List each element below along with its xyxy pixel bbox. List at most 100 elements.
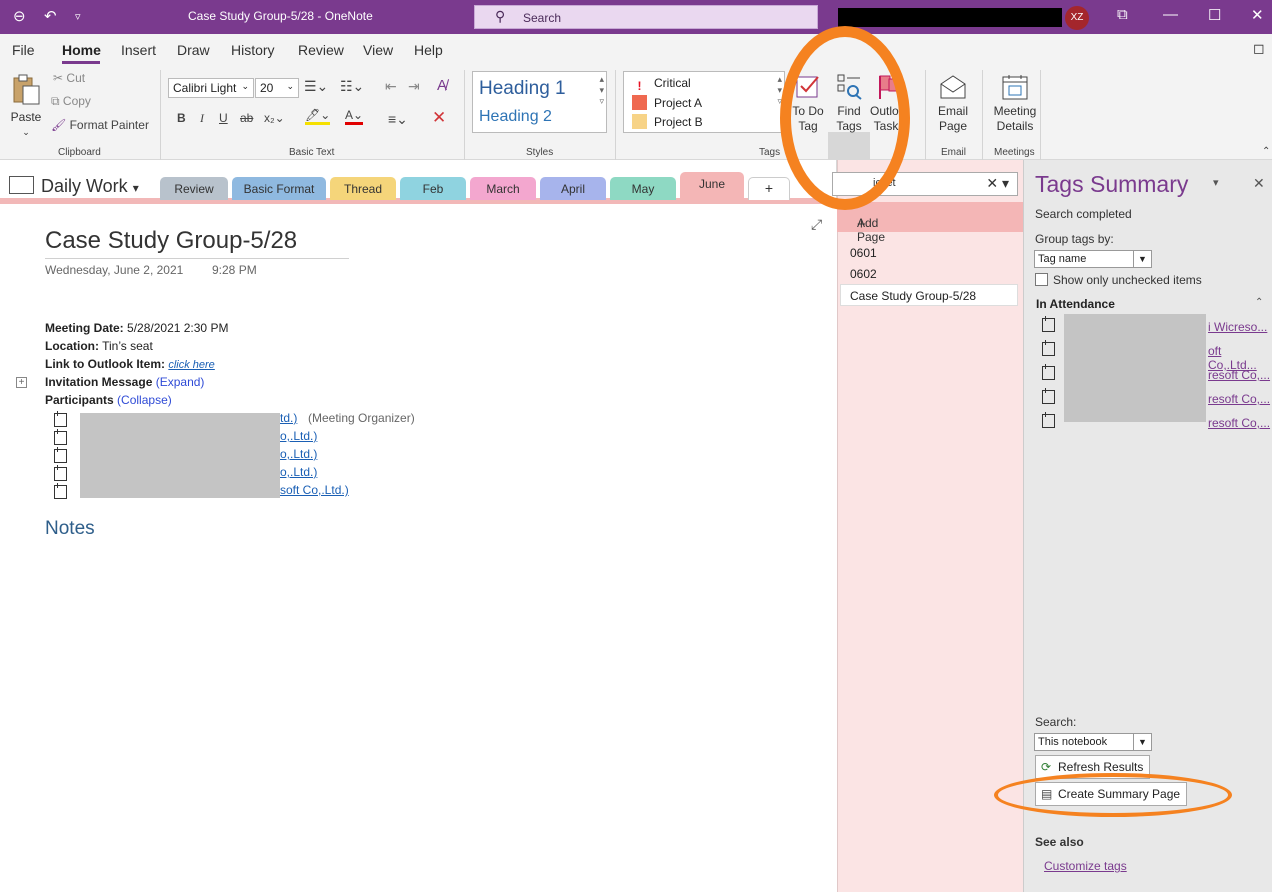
tag-project-b[interactable]: Project B bbox=[632, 114, 703, 129]
section-tab-june[interactable]: June bbox=[680, 172, 744, 200]
subscript-icon[interactable]: x₂⌄ bbox=[264, 111, 285, 125]
delete-icon[interactable]: ✕ bbox=[432, 108, 446, 128]
section-tab-april[interactable]: April bbox=[540, 177, 606, 200]
unchecked-only-checkbox[interactable] bbox=[1035, 273, 1048, 286]
page-item-case-study[interactable]: Case Study Group-5/28 bbox=[850, 289, 976, 303]
clear-formatting-icon[interactable]: A̸ bbox=[437, 77, 447, 94]
email-page-button[interactable]: Email Page bbox=[932, 72, 974, 134]
expand-plus-icon[interactable]: + bbox=[16, 377, 27, 388]
customize-tags-link[interactable]: Customize tags bbox=[1044, 859, 1127, 873]
strikethrough-icon[interactable]: ab bbox=[240, 111, 253, 125]
notebook-pane-icon[interactable]: ◻ bbox=[1253, 40, 1265, 57]
page-item-0602[interactable]: 0602 bbox=[850, 267, 877, 281]
tag-critical[interactable]: ! Critical bbox=[632, 76, 691, 94]
gallery-scroll-icon[interactable]: ▴ ▾ ▿ bbox=[599, 74, 604, 107]
font-color-icon[interactable]: A⌄ bbox=[345, 108, 364, 125]
undo-icon[interactable]: ↶ bbox=[44, 7, 57, 25]
tab-view[interactable]: View bbox=[363, 42, 393, 58]
participant-link[interactable]: soft Co,.Ltd.) bbox=[280, 483, 349, 497]
invitation-expand-toggle[interactable]: (Expand) bbox=[156, 375, 205, 389]
notes-heading[interactable]: Notes bbox=[45, 518, 95, 540]
minimize-icon[interactable]: — bbox=[1163, 6, 1178, 23]
pane-options-icon[interactable]: ▾ bbox=[1213, 176, 1219, 189]
page-item-0601[interactable]: 0601 bbox=[850, 246, 877, 260]
format-painter-button[interactable]: 🖌 Format Painter bbox=[51, 118, 149, 132]
tab-review[interactable]: Review bbox=[298, 42, 344, 58]
invitation-line[interactable]: Invitation Message (Expand) bbox=[45, 375, 204, 389]
tab-insert[interactable]: Insert bbox=[121, 42, 156, 58]
tag-result-link[interactable]: i Wicreso... bbox=[1208, 320, 1267, 334]
expand-page-icon[interactable]: ⤢ bbox=[811, 216, 822, 233]
ribbon-display-icon[interactable]: ⧉ bbox=[1117, 6, 1128, 23]
tag-result-link[interactable]: resoft Co,... bbox=[1208, 392, 1270, 406]
tab-help[interactable]: Help bbox=[414, 42, 443, 58]
search-box[interactable]: ⚲ Search bbox=[474, 5, 818, 29]
participants-collapse-toggle[interactable]: (Collapse) bbox=[117, 393, 172, 407]
quick-access-dropdown-icon[interactable]: ▿ bbox=[75, 10, 81, 23]
align-icon[interactable]: ≡⌄ bbox=[388, 111, 408, 128]
tag-result-link[interactable]: resoft Co,... bbox=[1208, 416, 1270, 430]
add-section-button[interactable]: + bbox=[748, 177, 790, 200]
font-name-combo[interactable]: Calibri Light ⌄ bbox=[168, 78, 254, 98]
meeting-details-button[interactable]: Meeting Details bbox=[988, 72, 1042, 134]
bold-icon[interactable]: B bbox=[177, 111, 186, 125]
cut-button[interactable]: ✂ Cut bbox=[53, 71, 85, 85]
attendance-checkbox-icon[interactable] bbox=[54, 429, 67, 445]
clear-search-icon[interactable]: ✕ ▾ bbox=[986, 175, 1009, 192]
attendance-checkbox-icon[interactable] bbox=[54, 411, 67, 427]
font-size-combo[interactable]: 20 ⌄ bbox=[255, 78, 299, 98]
page-canvas[interactable] bbox=[0, 204, 836, 892]
section-tab-basic-format[interactable]: Basic Format bbox=[232, 177, 326, 200]
attendance-checkbox-icon[interactable] bbox=[54, 483, 67, 499]
outdent-icon[interactable]: ⇤ bbox=[385, 78, 397, 95]
close-pane-icon[interactable]: ✕ bbox=[1253, 175, 1265, 192]
section-tab-march[interactable]: March bbox=[470, 177, 536, 200]
bullets-icon[interactable]: ☰⌄ bbox=[304, 78, 328, 95]
attendance-checkbox-icon[interactable] bbox=[54, 465, 67, 481]
highlight-icon[interactable]: 🖊⌄ bbox=[305, 108, 331, 125]
outlook-link-line[interactable]: Link to Outlook Item: click here bbox=[45, 357, 215, 371]
tags-gallery[interactable]: ! Critical Project A Project B ▴ ▾ ▿ bbox=[623, 71, 785, 133]
underline-icon[interactable]: U bbox=[219, 111, 228, 125]
tab-draw[interactable]: Draw bbox=[177, 42, 210, 58]
style-heading2[interactable]: Heading 2 bbox=[479, 108, 552, 126]
maximize-icon[interactable]: ☐ bbox=[1208, 6, 1221, 24]
group-by-select[interactable]: Tag name ▼ bbox=[1034, 250, 1152, 268]
close-icon[interactable]: ✕ bbox=[1251, 6, 1264, 24]
back-arrow-icon[interactable]: ⊖ bbox=[13, 7, 26, 25]
section-tab-review[interactable]: Review bbox=[160, 177, 228, 200]
format-painter-label: Format Painter bbox=[69, 118, 149, 132]
avatar[interactable]: XZ bbox=[1065, 6, 1089, 30]
collapse-ribbon-icon[interactable]: ⌃ bbox=[1262, 146, 1270, 157]
participant-link[interactable]: o,.Ltd.) bbox=[280, 465, 317, 479]
tag-result-link[interactable]: resoft Co,... bbox=[1208, 368, 1270, 382]
copy-button[interactable]: ⧉ Copy bbox=[51, 94, 91, 109]
page-title[interactable]: Case Study Group-5/28 bbox=[45, 227, 297, 255]
section-tab-feb[interactable]: Feb bbox=[400, 177, 466, 200]
participant-link[interactable]: o,.Ltd.) bbox=[280, 429, 317, 443]
collapse-group-icon[interactable]: ⌃ bbox=[1255, 297, 1263, 308]
tab-history[interactable]: History bbox=[231, 42, 275, 58]
section-tab-thread[interactable]: Thread bbox=[330, 177, 396, 200]
indent-icon[interactable]: ⇥ bbox=[408, 78, 420, 95]
attendance-checkbox-icon[interactable] bbox=[54, 447, 67, 463]
tab-home[interactable]: Home bbox=[62, 42, 101, 58]
styles-gallery[interactable]: Heading 1 Heading 2 ▴ ▾ ▿ bbox=[472, 71, 607, 133]
style-heading1[interactable]: Heading 1 bbox=[479, 78, 566, 100]
paste-button[interactable]: Paste ⌄ bbox=[8, 72, 44, 140]
section-tab-may[interactable]: May bbox=[610, 177, 676, 200]
tab-file[interactable]: File bbox=[12, 42, 35, 58]
participants-line[interactable]: Participants (Collapse) bbox=[45, 393, 172, 407]
click-here-link[interactable]: click here bbox=[168, 359, 214, 371]
italic-icon[interactable]: I bbox=[200, 111, 204, 126]
notebook-name[interactable]: Daily Work ▾ bbox=[41, 176, 139, 197]
location-line[interactable]: Location: Tin’s seat bbox=[45, 339, 153, 353]
participant-link[interactable]: o,.Ltd.) bbox=[280, 447, 317, 461]
search-scope-select[interactable]: This notebook ▼ bbox=[1034, 733, 1152, 751]
meeting-date-line[interactable]: Meeting Date: 5/28/2021 2:30 PM bbox=[45, 321, 228, 335]
add-page-button[interactable]: + Add Page bbox=[837, 202, 1023, 244]
tag-project-a[interactable]: Project A bbox=[632, 95, 702, 110]
participant-link[interactable]: td.) bbox=[280, 411, 297, 425]
notebook-icon[interactable] bbox=[9, 176, 34, 194]
numbering-icon[interactable]: ☷⌄ bbox=[340, 78, 364, 95]
